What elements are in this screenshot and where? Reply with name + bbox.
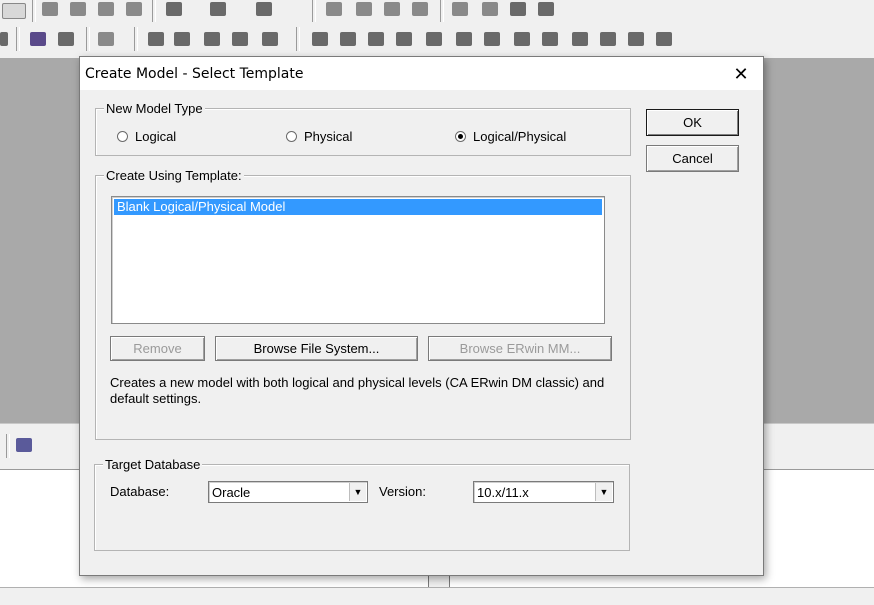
toolbar-icon[interactable]: [368, 32, 384, 46]
status-bar: [0, 587, 874, 605]
toolbar-icon[interactable]: [426, 32, 442, 46]
toolbar-separator: [440, 0, 444, 22]
target-database-group: Target Database: [94, 457, 630, 551]
radio-logical-physical-indicator: [455, 131, 466, 142]
toolbar-icon[interactable]: [262, 32, 278, 46]
list-item[interactable]: Blank Logical/Physical Model: [114, 199, 602, 215]
radio-physical-indicator: [286, 131, 297, 142]
radio-logical-physical-label: Logical/Physical: [473, 129, 567, 144]
radio-logical-indicator: [117, 131, 128, 142]
layout-icon[interactable]: [412, 2, 428, 16]
radio-logical-physical[interactable]: Logical/Physical: [455, 129, 566, 144]
align-icon[interactable]: [210, 2, 226, 16]
browse-file-system-button[interactable]: Browse File System...: [215, 336, 418, 361]
chevron-down-icon[interactable]: ▼: [595, 483, 612, 501]
toolbar-icon[interactable]: [396, 32, 412, 46]
toolbar-icon[interactable]: [600, 32, 616, 46]
toolbar-icon[interactable]: [572, 32, 588, 46]
toolbar-icon[interactable]: [340, 32, 356, 46]
subject-area-icon[interactable]: [58, 32, 74, 46]
database-label: Database:: [110, 484, 170, 499]
toolbar-top: [0, 0, 874, 23]
toolbar-separator: [16, 27, 20, 51]
version-select[interactable]: 10.x/11.x ▼: [473, 481, 614, 503]
model-type-group: New Model Type Logical Physical Logical/…: [95, 101, 631, 156]
radio-physical-label: Physical: [304, 129, 353, 144]
dialog-titlebar: Create Model - Select Template ✕: [80, 57, 763, 90]
toolbar-icon[interactable]: [148, 32, 164, 46]
remove-button[interactable]: Remove: [110, 336, 205, 361]
toolbar-icon[interactable]: [174, 32, 190, 46]
toolbar-separator: [152, 0, 156, 22]
version-value: 10.x/11.x: [477, 485, 529, 500]
radio-physical[interactable]: Physical: [286, 129, 352, 144]
browse-erwin-mm-button[interactable]: Browse ERwin MM...: [428, 336, 612, 361]
align-icon[interactable]: [166, 2, 182, 16]
version-label: Version:: [379, 484, 426, 499]
toolbar-icon[interactable]: [312, 32, 328, 46]
toolbar-icon[interactable]: [484, 32, 500, 46]
layout-icon[interactable]: [452, 2, 468, 16]
toolbar-icon[interactable]: [232, 32, 248, 46]
toolbar-icon[interactable]: [70, 2, 86, 16]
toolbar-separator: [86, 27, 90, 51]
database-value: Oracle: [212, 485, 251, 500]
toolbar-icon[interactable]: [628, 32, 644, 46]
radio-logical-label: Logical: [135, 129, 177, 144]
dialog-title: Create Model - Select Template: [85, 66, 304, 82]
database-select[interactable]: Oracle ▼: [208, 481, 368, 503]
toolbar-separator: [312, 0, 316, 22]
template-description: Creates a new model with both logical an…: [110, 375, 605, 406]
align-icon[interactable]: [256, 2, 272, 16]
ok-button[interactable]: OK: [646, 109, 739, 136]
layout-icon[interactable]: [356, 2, 372, 16]
model-icon[interactable]: [30, 32, 46, 46]
toolbar-icon[interactable]: [98, 32, 114, 46]
layout-icon[interactable]: [326, 2, 342, 16]
toolbar-icon[interactable]: [656, 32, 672, 46]
toolbar-second: [0, 22, 874, 59]
toolbar-separator: [296, 27, 300, 51]
toolbar-icon[interactable]: [204, 32, 220, 46]
toolbar-button-icon[interactable]: [2, 3, 26, 19]
toolbar-icon[interactable]: [16, 438, 32, 452]
close-icon[interactable]: ✕: [730, 63, 752, 85]
toolbar-separator: [32, 0, 36, 22]
toolbar-icon[interactable]: [514, 32, 530, 46]
cancel-button[interactable]: Cancel: [646, 145, 739, 172]
layout-icon[interactable]: [384, 2, 400, 16]
layout-icon[interactable]: [510, 2, 526, 16]
toolbar-separator: [6, 434, 10, 458]
chevron-down-icon[interactable]: ▼: [349, 483, 366, 501]
toolbar-icon[interactable]: [0, 32, 8, 46]
radio-logical[interactable]: Logical: [117, 129, 176, 144]
template-legend: Create Using Template:: [104, 168, 244, 183]
create-model-dialog: Create Model - Select Template ✕ New Mod…: [79, 56, 764, 576]
toolbar-icon[interactable]: [542, 32, 558, 46]
model-type-legend: New Model Type: [104, 101, 205, 116]
toolbar-icon[interactable]: [98, 2, 114, 16]
toolbar-icon[interactable]: [456, 32, 472, 46]
layout-icon[interactable]: [538, 2, 554, 16]
target-database-legend: Target Database: [103, 457, 203, 472]
toolbar-icon[interactable]: [42, 2, 58, 16]
toolbar-icon[interactable]: [126, 2, 142, 16]
layout-icon[interactable]: [482, 2, 498, 16]
template-list[interactable]: Blank Logical/Physical Model: [111, 196, 605, 324]
toolbar-separator: [134, 27, 138, 51]
